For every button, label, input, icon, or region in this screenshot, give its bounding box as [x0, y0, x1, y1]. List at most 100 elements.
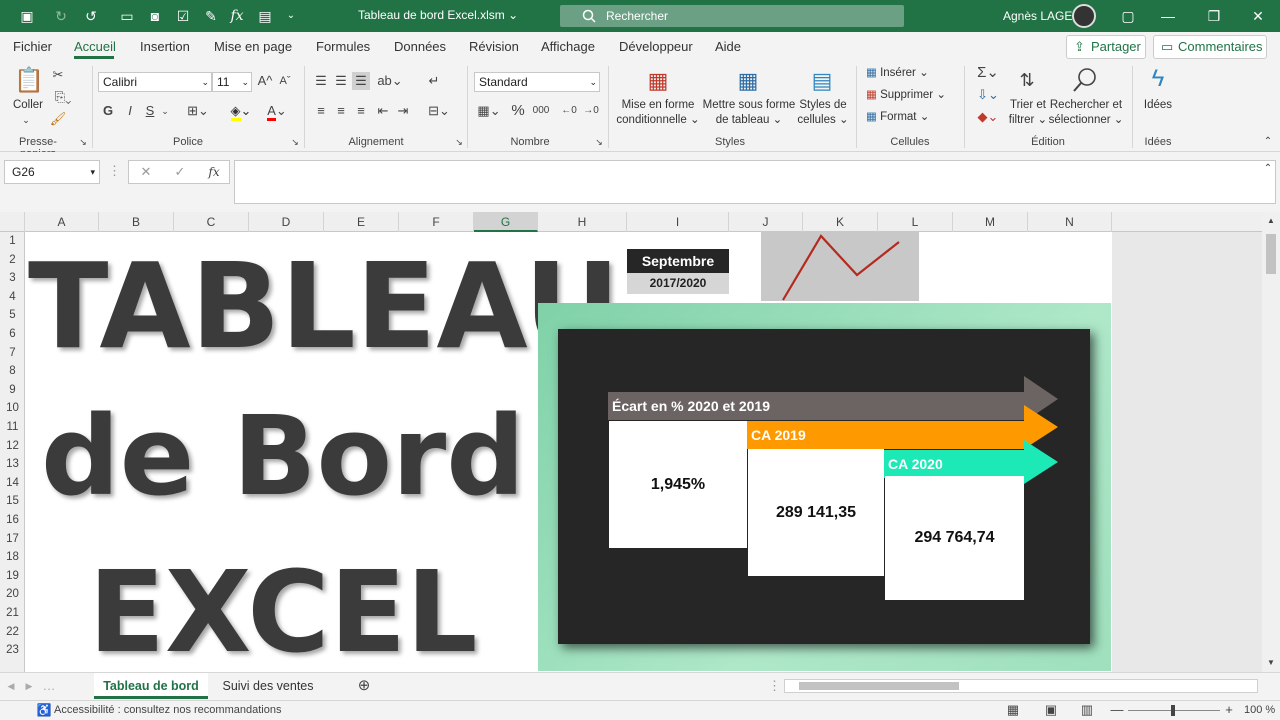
- row-header[interactable]: 21: [0, 604, 25, 623]
- tab-accueil[interactable]: Accueil: [74, 39, 116, 54]
- ribbon-display-icon[interactable]: ▢: [1118, 6, 1138, 26]
- row-header[interactable]: 17: [0, 530, 25, 549]
- borders-icon[interactable]: ⊞⌄: [184, 102, 212, 120]
- page-break-preview-icon[interactable]: ▥: [1078, 701, 1096, 719]
- share-button[interactable]: ⇪ Partager: [1066, 35, 1146, 59]
- row-header[interactable]: 16: [0, 511, 25, 530]
- row-header[interactable]: 7: [0, 344, 25, 363]
- row-header[interactable]: 6: [0, 325, 25, 344]
- increase-decimal-icon[interactable]: ←0: [560, 102, 578, 120]
- scroll-up-icon[interactable]: ▲: [1265, 212, 1277, 230]
- sort-filter-button[interactable]: Trier et filtrer ⌄: [1004, 98, 1052, 128]
- cut-icon[interactable]: ✂: [49, 66, 67, 84]
- horizontal-scroll-thumb[interactable]: [799, 682, 959, 690]
- row-header[interactable]: 12: [0, 437, 25, 456]
- redo-icon[interactable]: ↻: [50, 6, 72, 26]
- row-header[interactable]: 8: [0, 362, 25, 381]
- name-box[interactable]: G26 ▾: [4, 160, 100, 184]
- row-header[interactable]: 19: [0, 567, 25, 586]
- underline-dropdown-icon[interactable]: ⌄: [160, 102, 170, 120]
- font-color-icon[interactable]: A⌄: [262, 102, 292, 121]
- tab-donnees[interactable]: Données: [394, 39, 446, 54]
- tab-formules[interactable]: Formules: [316, 39, 370, 54]
- find-select-button[interactable]: Rechercher et sélectionner ⌄: [1048, 98, 1124, 128]
- align-center-icon[interactable]: ≡: [332, 102, 350, 120]
- row-header[interactable]: 5: [0, 306, 25, 325]
- sheet-tab-tableau-de-bord[interactable]: Tableau de bord: [94, 673, 208, 699]
- cancel-icon[interactable]: ✕: [137, 163, 155, 181]
- thousands-icon[interactable]: 000: [530, 102, 552, 120]
- worksheet[interactable]: A B C D E F G H I J K L M N 1 2 3 4 5 6 …: [0, 212, 1280, 672]
- row-header[interactable]: 23: [0, 641, 25, 660]
- restore-icon[interactable]: ❐: [1204, 6, 1224, 26]
- align-top-icon[interactable]: ☰: [312, 72, 330, 90]
- trend-sparkline[interactable]: [761, 232, 919, 301]
- ideas-button[interactable]: Idées: [1138, 98, 1178, 113]
- column-header[interactable]: I: [627, 212, 729, 232]
- column-header[interactable]: L: [878, 212, 953, 232]
- select-all-corner[interactable]: [0, 212, 25, 232]
- tab-scroll-right-icon[interactable]: ▶: [22, 677, 36, 695]
- customize-toolbar-icon[interactable]: ⌄: [280, 6, 302, 26]
- column-header[interactable]: H: [538, 212, 627, 232]
- column-header-selected[interactable]: G: [474, 212, 538, 232]
- column-header[interactable]: F: [399, 212, 474, 232]
- column-header[interactable]: J: [729, 212, 803, 232]
- sort-filter-icon[interactable]: ⇅: [1012, 66, 1042, 94]
- zoom-out-icon[interactable]: —: [1110, 701, 1124, 719]
- format-cells-button[interactable]: ▦ Format ⌄: [866, 110, 946, 125]
- percent-icon[interactable]: %: [510, 102, 526, 120]
- minimize-icon[interactable]: —: [1158, 6, 1178, 26]
- tab-aide[interactable]: Aide: [715, 39, 741, 54]
- ca2020-value[interactable]: 294 764,74: [885, 476, 1024, 600]
- more-sheets-icon[interactable]: …: [42, 677, 56, 695]
- row-header[interactable]: 10: [0, 399, 25, 418]
- fill-icon[interactable]: ⇩⌄: [974, 86, 1002, 104]
- wrap-text-icon[interactable]: ↵: [424, 72, 444, 90]
- add-sheet-icon[interactable]: ⊕: [356, 677, 372, 695]
- ecart-value[interactable]: 1,945%: [609, 421, 747, 548]
- accessibility-status[interactable]: Accessibilité : consultez nos recommanda…: [54, 704, 281, 716]
- column-header[interactable]: B: [99, 212, 174, 232]
- column-header[interactable]: A: [25, 212, 99, 232]
- italic-button[interactable]: I: [122, 102, 138, 120]
- conditional-formatting-button[interactable]: Mise en forme conditionnelle ⌄: [612, 98, 704, 128]
- column-header[interactable]: E: [324, 212, 399, 232]
- scroll-thumb[interactable]: [1266, 234, 1276, 274]
- document-title[interactable]: Tableau de bord Excel.xlsm ⌄: [358, 8, 518, 22]
- accessibility-icon[interactable]: ♿: [36, 701, 52, 719]
- column-header[interactable]: N: [1028, 212, 1112, 232]
- currency-icon[interactable]: ▦⌄: [474, 102, 504, 120]
- bold-button[interactable]: G: [100, 102, 116, 120]
- clear-icon[interactable]: ◆⌄: [974, 108, 1002, 126]
- zoom-level[interactable]: 100 %: [1244, 704, 1275, 716]
- row-header[interactable]: 22: [0, 623, 25, 642]
- checkbox-icon[interactable]: ☑: [172, 6, 194, 26]
- font-size-select[interactable]: 11 ⌄: [212, 72, 252, 92]
- save-icon[interactable]: ▣: [16, 6, 38, 26]
- font-name-select[interactable]: Calibri ⌄: [98, 72, 212, 92]
- ca2019-value[interactable]: 289 141,35: [748, 449, 884, 576]
- row-header[interactable]: 1: [0, 232, 25, 251]
- formula-input[interactable]: [234, 160, 1276, 204]
- insert-cells-button[interactable]: ▦ Insérer ⌄: [866, 66, 946, 81]
- paste-dropdown-icon[interactable]: ⌄: [16, 113, 36, 128]
- autosum-icon[interactable]: Σ⌄: [974, 64, 1002, 82]
- close-icon[interactable]: ✕: [1248, 6, 1268, 26]
- camera-icon[interactable]: ◙: [144, 6, 166, 26]
- increase-indent-icon[interactable]: ⇥: [394, 102, 412, 120]
- row-header[interactable]: 14: [0, 474, 25, 493]
- open-folder-icon[interactable]: ▭: [116, 6, 138, 26]
- year-range-label[interactable]: 2017/2020: [627, 273, 729, 294]
- normal-view-icon[interactable]: ▦: [1004, 701, 1022, 719]
- underline-button[interactable]: S: [142, 102, 158, 120]
- row-header[interactable]: 9: [0, 381, 25, 400]
- row-header[interactable]: 20: [0, 585, 25, 604]
- tab-fichier[interactable]: Fichier: [13, 39, 52, 54]
- cell-styles-button[interactable]: Styles de cellules ⌄: [796, 98, 850, 128]
- format-as-table-button[interactable]: Mettre sous forme de tableau ⌄: [702, 98, 796, 128]
- grow-font-icon[interactable]: A^: [256, 72, 274, 90]
- user-name[interactable]: Agnès LAGE: [1003, 9, 1072, 23]
- zoom-slider-thumb[interactable]: [1171, 705, 1175, 716]
- tab-affichage[interactable]: Affichage: [541, 39, 595, 54]
